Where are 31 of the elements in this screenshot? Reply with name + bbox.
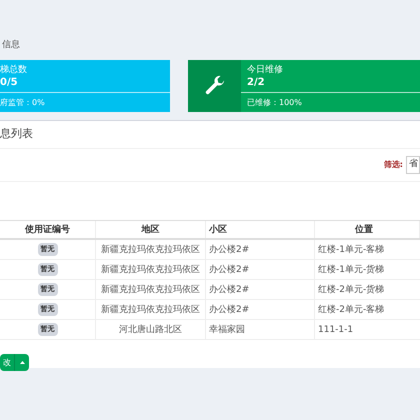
- table-cell: 新疆克拉玛依克拉玛依区: [96, 240, 206, 259]
- section-title: 信息: [1, 39, 20, 52]
- card-value: 0/5: [0, 76, 19, 88]
- table-cell: 办公楼2#: [206, 260, 315, 279]
- table-cell: 办公楼2#: [206, 300, 315, 319]
- table-cell: 新疆克拉玛依克拉玛依区: [96, 260, 206, 279]
- table-cell-text: 红楼-1单元-货梯: [317, 264, 386, 277]
- table-cell-text: 红楼-1单元-客梯: [317, 244, 386, 257]
- table-cell: 办公楼2#: [206, 280, 315, 299]
- card-footer: 府监管：0%: [0, 96, 45, 108]
- panel-title: 息列表: [0, 126, 33, 142]
- dropdown-toggle[interactable]: [14, 354, 29, 371]
- filter-label: 筛选:: [384, 159, 403, 171]
- table-cell-text: 红楼-2单元-货梯: [317, 284, 386, 297]
- filter-select[interactable]: 省: [406, 156, 420, 174]
- column-header: 位置: [315, 221, 420, 238]
- column-header: 地区: [96, 221, 206, 238]
- table-cell: 新疆克拉玛依克拉玛依区: [96, 300, 206, 319]
- table-cell: 河北唐山路北区: [96, 320, 206, 339]
- card-label: 今日维修: [247, 64, 284, 76]
- column-header: 小区: [206, 221, 315, 238]
- card-footer: 已维修：100%: [247, 96, 302, 108]
- column-header: 使用证编号: [0, 221, 96, 238]
- caret-icon: [20, 361, 24, 364]
- table-cell: 幸福家园: [206, 320, 315, 339]
- table-cell: 新疆克拉玛依克拉玛依区: [96, 280, 206, 299]
- table-cell-text: 红楼-2单元-客梯: [317, 304, 386, 317]
- table-cell: 办公楼2#: [206, 240, 315, 259]
- card-label: 梯总数: [0, 64, 28, 76]
- table-cell-text: 111-1-1: [317, 324, 354, 337]
- card-value: 2/2: [247, 76, 266, 88]
